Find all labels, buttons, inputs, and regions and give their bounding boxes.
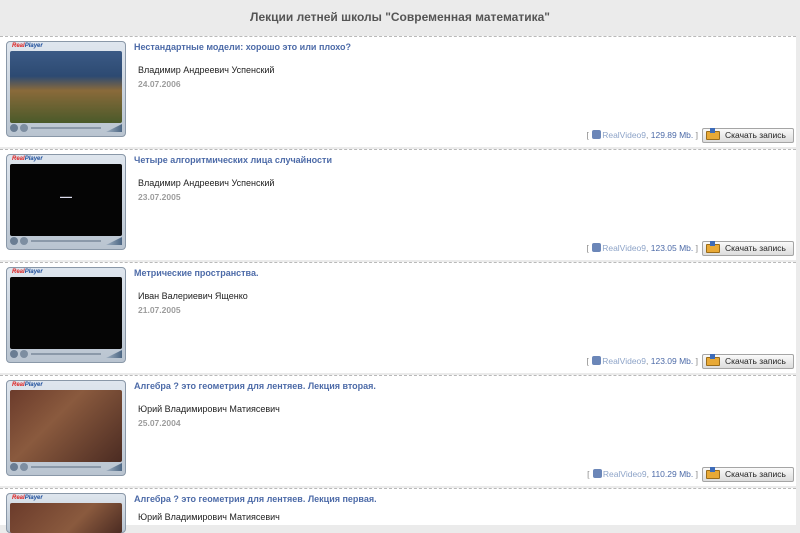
seek-bar[interactable] (31, 240, 101, 242)
lecture-date: 23.07.2005 (138, 192, 181, 202)
lecture-author: Владимир Андреевич Успенский (138, 65, 275, 75)
volume-icon[interactable] (106, 237, 122, 245)
download-info: [ RealVideo9, 123.09 Mb. ] (586, 356, 698, 366)
download-button[interactable]: Скачать запись (702, 467, 794, 482)
lecture-item: RealPlayer Алгебра ? это геометрия для л… (0, 488, 796, 533)
download-info: [ RealVideo9, 129.89 Mb. ] (586, 130, 698, 140)
download-button[interactable]: Скачать запись (702, 354, 794, 369)
lecture-author: Иван Валериевич Ященко (138, 291, 248, 301)
player-controls (10, 236, 122, 246)
volume-icon[interactable] (106, 350, 122, 358)
video-format: RealVideo9 (602, 469, 647, 479)
seek-bar[interactable] (31, 353, 101, 355)
video-thumbnail[interactable]: RealPlayer (6, 267, 126, 363)
lecture-date: 21.07.2005 (138, 305, 181, 315)
player-controls (10, 349, 122, 359)
lecture-item: RealPlayer ▬▬▬ Четыре алгоритмических ли… (0, 149, 796, 260)
file-size: 129.89 Mb. (650, 130, 694, 140)
stop-icon[interactable] (20, 350, 28, 358)
download-info: [ RealVideo9, 123.05 Mb. ] (586, 243, 698, 253)
lecture-title-link[interactable]: Четыре алгоритмических лица случайности (134, 155, 332, 165)
realvideo-icon (592, 243, 602, 252)
download-icon (706, 354, 720, 366)
realplayer-logo: RealPlayer (12, 156, 43, 162)
video-format: RealVideo9 (602, 130, 646, 140)
download-info: [ RealVideo9, 110.29 Mb. ] (587, 469, 698, 479)
realplayer-logo: RealPlayer (12, 495, 43, 501)
play-icon[interactable] (10, 463, 18, 471)
video-preview (10, 390, 122, 462)
player-controls (10, 462, 122, 472)
file-size: 110.29 Mb. (651, 469, 694, 479)
lecture-author: Юрий Владимирович Матиясевич (138, 512, 280, 522)
volume-icon[interactable] (106, 124, 122, 132)
download-icon (706, 241, 720, 253)
play-icon[interactable] (10, 350, 18, 358)
video-preview (10, 277, 122, 349)
realvideo-icon (592, 469, 602, 478)
player-controls (10, 123, 122, 133)
realvideo-icon (592, 356, 602, 365)
stop-icon[interactable] (20, 463, 28, 471)
video-thumbnail[interactable]: RealPlayer (6, 41, 126, 137)
realvideo-icon (592, 130, 602, 139)
stop-icon[interactable] (20, 124, 28, 132)
download-button-label: Скачать запись (725, 356, 786, 366)
video-thumbnail[interactable]: RealPlayer (6, 493, 126, 533)
download-icon (706, 128, 720, 140)
seek-bar[interactable] (31, 466, 101, 468)
lecture-author: Владимир Андреевич Успенский (138, 178, 275, 188)
file-size: 123.09 Mb. (650, 356, 694, 366)
download-button-label: Скачать запись (725, 130, 786, 140)
video-preview (10, 51, 122, 123)
stop-icon[interactable] (20, 237, 28, 245)
realplayer-logo: RealPlayer (12, 43, 43, 49)
lecture-item: RealPlayer Нестандартные модели: хорошо … (0, 36, 796, 147)
download-icon (706, 467, 720, 479)
lecture-item: RealPlayer Метрические пространства. Ива… (0, 262, 796, 373)
lecture-item: RealPlayer Алгебра ? это геометрия для л… (0, 375, 796, 486)
lecture-title-link[interactable]: Метрические пространства. (134, 268, 258, 278)
lecture-date: 24.07.2006 (138, 79, 181, 89)
download-button-label: Скачать запись (725, 243, 786, 253)
video-preview (10, 503, 122, 533)
page-title: Лекции летней школы "Современная математ… (250, 10, 550, 24)
video-format: RealVideo9 (602, 243, 646, 253)
lecture-title-link[interactable]: Алгебра ? это геометрия для лентяев. Лек… (134, 381, 376, 391)
file-size: 123.05 Mb. (650, 243, 694, 253)
lecture-author: Юрий Владимирович Матиясевич (138, 404, 280, 414)
lecture-date: 25.07.2004 (138, 418, 181, 428)
lecture-title-link[interactable]: Нестандартные модели: хорошо это или пло… (134, 42, 351, 52)
download-button[interactable]: Скачать запись (702, 128, 794, 143)
lecture-title-link[interactable]: Алгебра ? это геометрия для лентяев. Лек… (134, 494, 377, 504)
play-icon[interactable] (10, 237, 18, 245)
video-thumbnail[interactable]: RealPlayer ▬▬▬ (6, 154, 126, 250)
play-icon[interactable] (10, 124, 18, 132)
video-thumbnail[interactable]: RealPlayer (6, 380, 126, 476)
video-preview: ▬▬▬ (10, 164, 122, 236)
volume-icon[interactable] (106, 463, 122, 471)
realplayer-logo: RealPlayer (12, 269, 43, 275)
video-format: RealVideo9 (602, 356, 646, 366)
seek-bar[interactable] (31, 127, 101, 129)
realplayer-logo: RealPlayer (12, 382, 43, 388)
download-button[interactable]: Скачать запись (702, 241, 794, 256)
download-button-label: Скачать запись (725, 469, 786, 479)
